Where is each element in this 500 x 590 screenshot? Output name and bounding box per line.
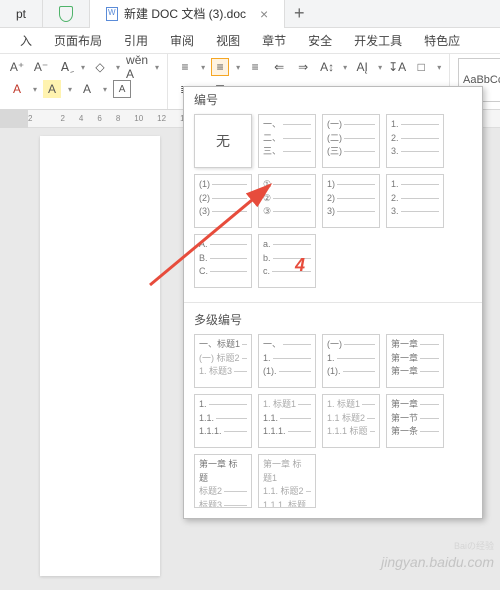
- numbering-button[interactable]: ≡: [211, 58, 229, 76]
- numbering-option[interactable]: 1.2.3.: [386, 174, 444, 228]
- menu-item[interactable]: 页面布局: [54, 32, 102, 49]
- menu-item[interactable]: 特色应: [424, 32, 460, 49]
- ruler-tick: 6: [97, 114, 101, 123]
- tab-strip: pt 新建 DOC 文档 (3).doc × +: [0, 0, 500, 28]
- tab-left[interactable]: pt: [0, 0, 43, 28]
- chevron-down-icon: ▾: [155, 63, 159, 72]
- chevron-down-icon: ▾: [116, 63, 120, 72]
- tab-document[interactable]: 新建 DOC 文档 (3).doc ×: [90, 0, 285, 28]
- chevron-down-icon: ▾: [236, 63, 240, 72]
- new-tab-button[interactable]: +: [285, 3, 313, 24]
- numbering-option[interactable]: 1.2.3.: [386, 114, 444, 168]
- multilevel-option[interactable]: (一)1.(1).: [322, 334, 380, 388]
- line-spacing-button[interactable]: ↧A: [388, 58, 406, 76]
- indent-right-button[interactable]: ⇒: [294, 58, 312, 76]
- shield-icon: [59, 6, 73, 22]
- menu-item[interactable]: 视图: [216, 32, 240, 49]
- sort-button[interactable]: AĮ: [353, 58, 371, 76]
- watermark-url: jingyan.baidu.com: [381, 554, 494, 570]
- dropdown-section-title: 编号: [184, 87, 482, 108]
- multilevel-option[interactable]: 一、标题1(一) 标题21. 标题3: [194, 334, 252, 388]
- multilevel-option[interactable]: 第一章第一节第一条: [386, 394, 444, 448]
- watermark-logo: Baiの经验: [454, 539, 494, 552]
- chevron-down-icon: ▾: [378, 63, 382, 72]
- font-tools-group: A⁺ A⁻ Aِ ▾ ◇ ▾ wěn A ▾ A ▾ A ▾ A ▾ A: [0, 54, 168, 109]
- clear-format-button[interactable]: ◇: [91, 58, 109, 76]
- multilevel-option[interactable]: 第一章第一章第一章: [386, 334, 444, 388]
- phonetic-button[interactable]: wěn A: [126, 58, 148, 76]
- ruler-tick: 8: [116, 114, 120, 123]
- text-effects-button[interactable]: A↕: [318, 58, 336, 76]
- numbering-none[interactable]: 无: [194, 114, 252, 168]
- chevron-down-icon: ▾: [81, 63, 85, 72]
- multilevel-option[interactable]: 1. 标题11.1 标题21.1.1 标题: [322, 394, 380, 448]
- numbering-option-circled[interactable]: ①②③: [258, 174, 316, 228]
- numbering-option[interactable]: 一、二、三、: [258, 114, 316, 168]
- multilevel-option[interactable]: 1.1.1.1.1.1.: [194, 394, 252, 448]
- multilevel-option[interactable]: 第一章 标题标题2标题3: [194, 454, 252, 508]
- numbering-option[interactable]: 1)2)3): [322, 174, 380, 228]
- numbering-dropdown: 编号 无 一、二、三、 (一)(二)(三) 1.2.3. (1)(2)(3) ①…: [183, 86, 483, 519]
- tab-shield[interactable]: [43, 0, 90, 28]
- menu-item[interactable]: 开发工具: [354, 32, 402, 49]
- align-button[interactable]: ≡: [246, 58, 264, 76]
- chevron-down-icon: ▾: [201, 63, 205, 72]
- font-case-button[interactable]: Aِ: [56, 58, 74, 76]
- close-icon[interactable]: ×: [260, 6, 268, 22]
- multilevel-option[interactable]: 1. 标题11.1.1.1.1.: [258, 394, 316, 448]
- menu-bar: 入 页面布局 引用 审阅 视图 章节 安全 开发工具 特色应: [0, 28, 500, 54]
- numbering-option[interactable]: A.B.C.: [194, 234, 252, 288]
- chevron-down-icon: ▾: [343, 63, 347, 72]
- menu-item[interactable]: 章节: [262, 32, 286, 49]
- menu-item[interactable]: 入: [20, 32, 32, 49]
- none-label: 无: [216, 131, 230, 152]
- char-border-button[interactable]: A: [113, 80, 131, 98]
- numbering-option[interactable]: a.b.c.: [258, 234, 316, 288]
- chevron-down-icon: ▾: [68, 85, 72, 94]
- ruler-tick: 12: [157, 114, 166, 123]
- border-button[interactable]: □: [412, 58, 430, 76]
- char-scale-button[interactable]: A: [78, 80, 96, 98]
- ruler-margin: [0, 110, 28, 128]
- shrink-font-button[interactable]: A⁻: [32, 58, 50, 76]
- numbering-option[interactable]: (一)(二)(三): [322, 114, 380, 168]
- bullets-button[interactable]: ≡: [176, 58, 194, 76]
- chevron-down-icon: ▾: [33, 85, 37, 94]
- ruler-tick: 2: [28, 114, 32, 123]
- menu-item[interactable]: 安全: [308, 32, 332, 49]
- tab-left-label: pt: [16, 7, 26, 21]
- tab-doc-label: 新建 DOC 文档 (3).doc: [124, 5, 246, 22]
- ruler-tick: 10: [134, 114, 143, 123]
- doc-icon: [106, 7, 118, 21]
- multilevel-option[interactable]: 一、1.(1).: [258, 334, 316, 388]
- annotation-number: 4: [295, 255, 305, 276]
- highlight-button[interactable]: A: [43, 80, 61, 98]
- menu-item[interactable]: 引用: [124, 32, 148, 49]
- multilevel-option[interactable]: 第一章 标题11.1. 标题21.1.1. 标题3: [258, 454, 316, 508]
- page[interactable]: [40, 136, 160, 576]
- dropdown-multilevel-title: 多级编号: [184, 307, 482, 328]
- style-preview-text: AaBbCcDd: [463, 74, 500, 86]
- grow-font-button[interactable]: A⁺: [8, 58, 26, 76]
- ruler-tick: 4: [79, 114, 83, 123]
- chevron-down-icon: ▾: [437, 63, 441, 72]
- numbering-option[interactable]: (1)(2)(3): [194, 174, 252, 228]
- font-color-button[interactable]: A: [8, 80, 26, 98]
- ruler-tick: 2: [60, 114, 64, 123]
- chevron-down-icon: ▾: [103, 85, 107, 94]
- indent-left-button[interactable]: ⇐: [270, 58, 288, 76]
- menu-item[interactable]: 审阅: [170, 32, 194, 49]
